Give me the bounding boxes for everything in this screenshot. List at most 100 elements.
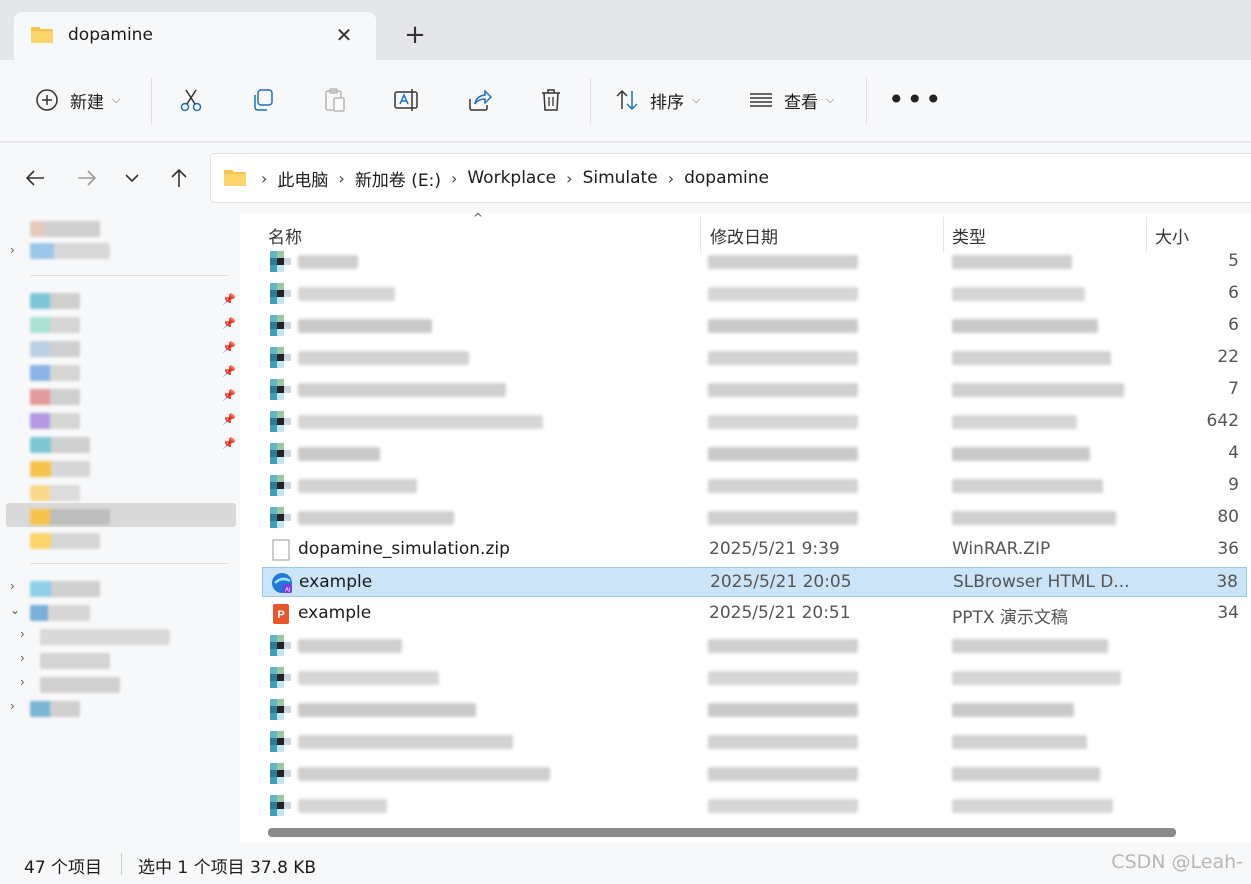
- pin-icon: 📌: [222, 389, 236, 402]
- file-row[interactable]: Ai example 2025/5/21 20:05 SLBrowser HTML D…: [262, 567, 1247, 597]
- file-row[interactable]: dopamine_simulation.zip 2025/5/21 9:39 Win…: [262, 535, 1247, 565]
- recent-locations-button[interactable]: [115, 161, 149, 195]
- file-size: 4: [1228, 443, 1239, 463]
- breadcrumb-separator[interactable]: ›: [338, 169, 344, 188]
- rename-button[interactable]: [392, 74, 422, 126]
- new-label: 新建: [70, 92, 104, 113]
- file-row[interactable]: 7: [262, 375, 1247, 405]
- breadcrumb-separator[interactable]: ›: [668, 169, 674, 188]
- file-type: WinRAR.ZIP: [952, 539, 1051, 559]
- nav-item[interactable]: [30, 581, 100, 597]
- breadcrumb-separator[interactable]: ›: [566, 169, 572, 188]
- nav-item[interactable]: [30, 341, 80, 357]
- file-icon: [270, 763, 291, 784]
- file-row[interactable]: [262, 663, 1247, 693]
- back-button[interactable]: [18, 161, 52, 195]
- breadcrumb-this-pc[interactable]: 此电脑: [277, 166, 328, 191]
- chevron-right-icon[interactable]: ›: [20, 675, 25, 689]
- nav-item[interactable]: [30, 317, 80, 333]
- file-type-redacted: [952, 671, 1121, 685]
- up-button[interactable]: [162, 161, 196, 195]
- close-tab-icon[interactable]: ✕: [332, 23, 356, 47]
- nav-item[interactable]: [30, 413, 80, 429]
- nav-item[interactable]: [30, 533, 100, 549]
- file-row[interactable]: 5: [262, 247, 1247, 277]
- nav-item[interactable]: [30, 389, 80, 405]
- chevron-down-icon[interactable]: ⌄: [10, 603, 20, 617]
- breadcrumb-separator[interactable]: ›: [451, 169, 457, 188]
- copy-button[interactable]: [248, 74, 278, 126]
- file-row[interactable]: 6: [262, 311, 1247, 341]
- file-row[interactable]: 4: [262, 439, 1247, 469]
- nav-item[interactable]: [40, 677, 120, 693]
- new-button[interactable]: 新建 ⌵: [32, 74, 120, 126]
- new-tab-button[interactable]: +: [398, 20, 432, 52]
- forward-button[interactable]: [70, 161, 104, 195]
- file-date-redacted: [708, 287, 858, 301]
- column-name-header[interactable]: 名称: [268, 223, 302, 248]
- breadcrumb-workplace[interactable]: Workplace: [467, 168, 556, 188]
- nav-item[interactable]: [30, 221, 100, 237]
- file-type-redacted: [952, 511, 1116, 525]
- nav-item[interactable]: [30, 293, 80, 309]
- share-button[interactable]: [464, 74, 494, 126]
- file-date-redacted: [708, 671, 858, 685]
- nav-item[interactable]: [30, 461, 90, 477]
- file-row[interactable]: [262, 695, 1247, 725]
- column-size-header[interactable]: 大小: [1155, 223, 1189, 248]
- file-size: 642: [1206, 411, 1239, 431]
- tab-dopamine[interactable]: dopamine ✕: [14, 12, 376, 60]
- cut-button[interactable]: [176, 74, 206, 126]
- file-row[interactable]: 9: [262, 471, 1247, 501]
- file-row[interactable]: 80: [262, 503, 1247, 533]
- nav-item[interactable]: [30, 509, 110, 525]
- file-row[interactable]: Pexample 2025/5/21 20:51 PPTX 演示文稿 34: [262, 599, 1247, 629]
- horizontal-scrollbar[interactable]: [268, 828, 1176, 837]
- file-row[interactable]: 642: [262, 407, 1247, 437]
- file-row[interactable]: 6: [262, 279, 1247, 309]
- file-icon: [270, 315, 291, 336]
- nav-item[interactable]: [40, 629, 170, 645]
- file-row[interactable]: 22: [262, 343, 1247, 373]
- nav-item[interactable]: [30, 437, 90, 453]
- file-row[interactable]: [262, 759, 1247, 789]
- delete-button[interactable]: [536, 74, 566, 126]
- breadcrumb-dopamine[interactable]: dopamine: [684, 168, 769, 188]
- pin-icon: 📌: [222, 437, 236, 450]
- toolbar-divider: [590, 78, 591, 124]
- chevron-right-icon[interactable]: ›: [20, 651, 25, 665]
- view-button[interactable]: 查看 ⌵: [746, 74, 834, 126]
- file-row[interactable]: [262, 631, 1247, 661]
- chevron-right-icon[interactable]: ›: [20, 627, 25, 641]
- chevron-right-icon[interactable]: ›: [10, 579, 15, 593]
- file-icon: [270, 635, 291, 656]
- file-row[interactable]: [262, 727, 1247, 757]
- pin-icon: 📌: [222, 293, 236, 306]
- item-count: 47 个项目: [24, 858, 103, 878]
- chevron-right-icon[interactable]: ›: [10, 243, 15, 257]
- nav-item[interactable]: [30, 243, 110, 259]
- chevron-down-icon: ⌵: [826, 93, 835, 106]
- navigation-pane: › 📌 📌 📌 📌 📌 📌 📌 › ⌄ › › › ›: [0, 213, 240, 843]
- column-type-header[interactable]: 类型: [952, 223, 986, 248]
- address-bar[interactable]: › 此电脑 › 新加卷 (E:) › Workplace › Simulate …: [210, 153, 1251, 203]
- more-options-button[interactable]: •••: [888, 74, 944, 126]
- file-size: 38: [1216, 572, 1238, 592]
- nav-item[interactable]: [30, 605, 90, 621]
- file-date-redacted: [708, 447, 858, 461]
- breadcrumb-drive-e[interactable]: 新加卷 (E:): [355, 166, 441, 191]
- column-modified-header[interactable]: 修改日期: [710, 223, 778, 248]
- nav-item[interactable]: [40, 653, 110, 669]
- file-size: 80: [1217, 507, 1239, 527]
- trash-icon: [536, 85, 566, 115]
- nav-item[interactable]: [30, 701, 80, 717]
- sort-button[interactable]: 排序 ⌵: [612, 74, 700, 126]
- chevron-right-icon[interactable]: ›: [10, 699, 15, 713]
- file-row[interactable]: [262, 791, 1247, 821]
- paste-button[interactable]: [320, 74, 350, 126]
- toolbar-divider: [866, 78, 867, 124]
- nav-item[interactable]: [30, 485, 80, 501]
- breadcrumb-simulate[interactable]: Simulate: [583, 168, 658, 188]
- nav-item[interactable]: [30, 365, 80, 381]
- file-icon: [270, 347, 291, 368]
